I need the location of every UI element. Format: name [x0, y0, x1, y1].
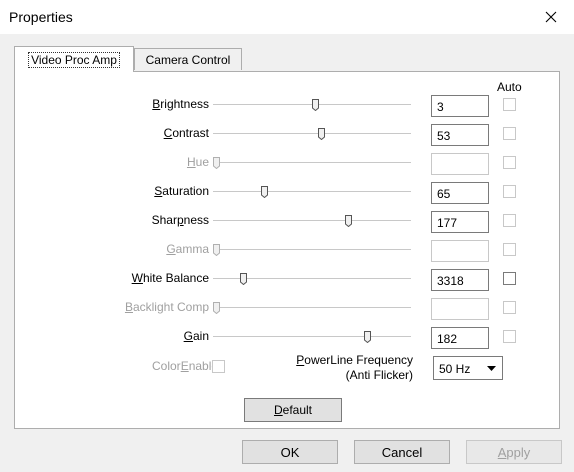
auto-checkbox[interactable] — [503, 301, 516, 314]
slider-track — [213, 157, 411, 169]
powerline-frequency-select[interactable]: 50 Hz — [433, 356, 503, 380]
auto-checkbox[interactable] — [503, 243, 516, 256]
chevron-down-icon — [487, 365, 496, 371]
control-label: Brightness — [152, 97, 209, 111]
control-row-gain: Gain 182 — [15, 326, 561, 349]
ok-button-label: OK — [280, 444, 300, 460]
color-enable-checkbox[interactable] — [212, 360, 225, 373]
tab-label: Video Proc Amp — [28, 51, 120, 68]
control-label: Saturation — [154, 184, 209, 198]
auto-checkbox[interactable] — [503, 156, 516, 169]
control-label: Gain — [183, 329, 209, 343]
control-row-saturation: Saturation 65 — [15, 181, 561, 204]
auto-column-header: Auto — [497, 80, 522, 94]
tab-camera-control[interactable]: Camera Control — [134, 48, 242, 70]
slider-track[interactable] — [213, 273, 411, 285]
slider-thumb — [213, 157, 220, 169]
auto-checkbox[interactable] — [503, 185, 516, 198]
control-label: Hue — [186, 155, 209, 169]
apply-button[interactable]: Apply — [466, 440, 562, 464]
value-field[interactable]: 3 — [431, 95, 489, 117]
control-row-backlight-comp: Backlight Comp — [15, 297, 561, 320]
control-row-sharpness: Sharpness 177 — [15, 210, 561, 233]
auto-checkbox[interactable] — [503, 98, 516, 111]
slider-thumb — [213, 244, 220, 256]
close-button[interactable] — [528, 0, 574, 34]
value-field[interactable]: 182 — [431, 327, 489, 349]
auto-checkbox[interactable] — [503, 214, 516, 227]
slider-thumb[interactable] — [261, 186, 268, 198]
auto-checkbox[interactable] — [503, 330, 516, 343]
close-icon — [545, 11, 557, 23]
cancel-button-label: Cancel — [381, 444, 423, 460]
control-label: Contrast — [163, 126, 209, 140]
control-row-brightness: Brightness 3 — [15, 94, 561, 117]
value-field[interactable]: 53 — [431, 124, 489, 146]
value-field — [431, 240, 489, 262]
slider-track — [213, 244, 411, 256]
control-label: Backlight Comp — [124, 300, 209, 314]
default-button-label: Default — [273, 403, 313, 417]
control-row-white-balance: White Balance 3318 — [15, 268, 561, 291]
value-field[interactable]: 177 — [431, 211, 489, 233]
title-bar: Properties — [0, 0, 574, 34]
auto-checkbox[interactable] — [503, 272, 516, 285]
slider-track[interactable] — [213, 331, 411, 343]
color-enable-label: ColorEnable — [152, 359, 219, 373]
dropdown-arrow[interactable] — [483, 359, 500, 377]
slider-track[interactable] — [213, 186, 411, 198]
slider-thumb[interactable] — [345, 215, 352, 227]
video-proc-amp-panel: Auto Brightness 3 Contrast 53 Hue Saturation 6… — [14, 71, 560, 429]
slider-thumb[interactable] — [318, 128, 325, 140]
slider-thumb[interactable] — [240, 273, 247, 285]
slider-thumb[interactable] — [312, 99, 319, 111]
powerline-selected-value: 50 Hz — [439, 362, 471, 376]
slider-track[interactable] — [213, 128, 411, 140]
powerline-frequency-label: PowerLine Frequency (Anti Flicker) — [277, 353, 413, 383]
control-row-hue: Hue — [15, 152, 561, 175]
powerline-label-line2: (Anti Flicker) — [345, 368, 413, 382]
default-button[interactable]: Default — [244, 398, 342, 422]
slider-track[interactable] — [213, 99, 411, 111]
control-row-gamma: Gamma — [15, 239, 561, 262]
tab-video-proc-amp[interactable]: Video Proc Amp — [14, 46, 134, 72]
value-field — [431, 298, 489, 320]
control-label: Gamma — [166, 242, 209, 256]
value-field[interactable]: 65 — [431, 182, 489, 204]
control-label: Sharpness — [151, 213, 209, 227]
value-field[interactable]: 3318 — [431, 269, 489, 291]
powerline-label-line1: PowerLine Frequency — [296, 353, 413, 367]
window-title: Properties — [9, 9, 73, 25]
ok-button[interactable]: OK — [242, 440, 338, 464]
slider-track — [213, 302, 411, 314]
apply-button-label: Apply — [497, 444, 531, 460]
slider-thumb[interactable] — [364, 331, 371, 343]
slider-track[interactable] — [213, 215, 411, 227]
control-label: White Balance — [131, 271, 209, 285]
value-field — [431, 153, 489, 175]
auto-checkbox[interactable] — [503, 127, 516, 140]
control-row-contrast: Contrast 53 — [15, 123, 561, 146]
slider-thumb — [213, 302, 220, 314]
cancel-button[interactable]: Cancel — [354, 440, 450, 464]
tab-label: Camera Control — [145, 52, 231, 67]
